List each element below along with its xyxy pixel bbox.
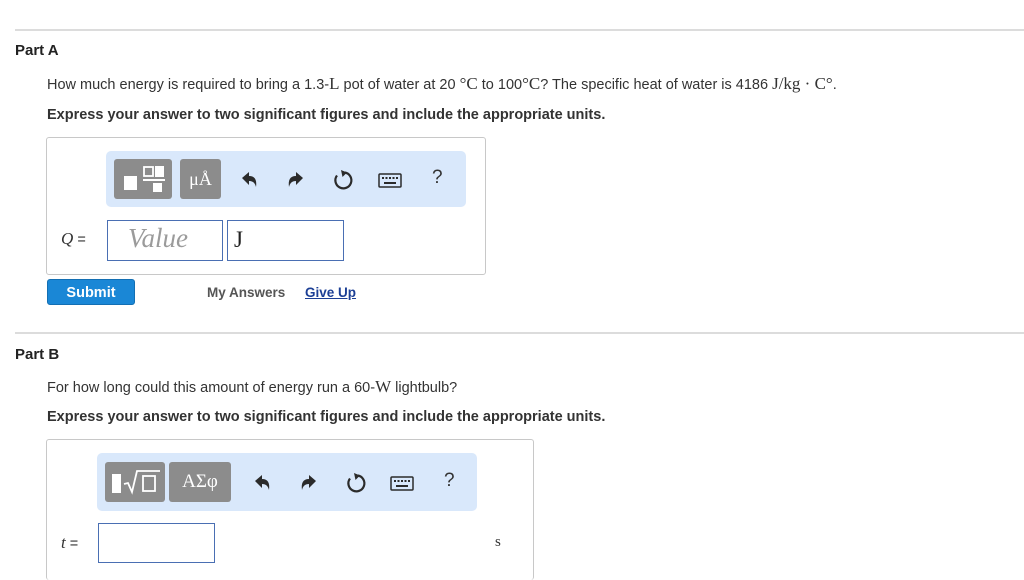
- time-value-input[interactable]: [98, 523, 215, 563]
- part-a-question: How much energy is required to bring a 1…: [47, 74, 837, 93]
- greek-symbols-button[interactable]: ΑΣφ: [169, 462, 231, 502]
- part-a-divider: [15, 29, 1024, 31]
- give-up-link[interactable]: Give Up: [305, 285, 356, 300]
- part-a-toolbar: μÅ ?: [106, 151, 466, 207]
- keyboard-icon[interactable]: [388, 471, 416, 495]
- my-answers-link[interactable]: My Answers: [207, 285, 285, 300]
- part-b-title: Part B: [15, 346, 60, 363]
- part-b-toolbar: ΑΣφ ?: [97, 453, 477, 511]
- part-b-divider: [15, 332, 1024, 334]
- part-b-unit: s: [495, 534, 501, 550]
- units-button[interactable]: μÅ: [180, 159, 221, 199]
- units-input[interactable]: J: [227, 220, 344, 261]
- part-a-answer-box: μÅ ? Q = Value J: [46, 137, 486, 275]
- part-b-variable-label: t =: [61, 533, 79, 552]
- keyboard-icon[interactable]: [376, 168, 404, 192]
- part-b-question: For how long could this amount of energy…: [47, 377, 458, 396]
- part-a-variable-label: Q =: [61, 229, 86, 248]
- part-b-answer-box: ΑΣφ ? t = s: [46, 439, 534, 580]
- sqrt-template-icon: [112, 470, 160, 495]
- value-input[interactable]: Value: [107, 220, 223, 261]
- fraction-template-button[interactable]: [114, 159, 172, 199]
- help-button[interactable]: ?: [444, 470, 455, 492]
- undo-icon[interactable]: [250, 471, 274, 495]
- undo-icon[interactable]: [237, 168, 261, 192]
- part-a-title: Part A: [15, 42, 59, 59]
- submit-button[interactable]: Submit: [47, 279, 135, 305]
- help-button[interactable]: ?: [432, 167, 443, 189]
- fraction-template-icon: [124, 166, 165, 192]
- part-b-instruction: Express your answer to two significant f…: [47, 409, 606, 425]
- reset-icon[interactable]: [331, 168, 355, 192]
- part-a-instruction: Express your answer to two significant f…: [47, 107, 606, 123]
- value-placeholder: Value: [128, 223, 188, 253]
- reset-icon[interactable]: [344, 471, 368, 495]
- redo-icon[interactable]: [297, 471, 321, 495]
- redo-icon[interactable]: [284, 168, 308, 192]
- sqrt-template-button[interactable]: [105, 462, 165, 502]
